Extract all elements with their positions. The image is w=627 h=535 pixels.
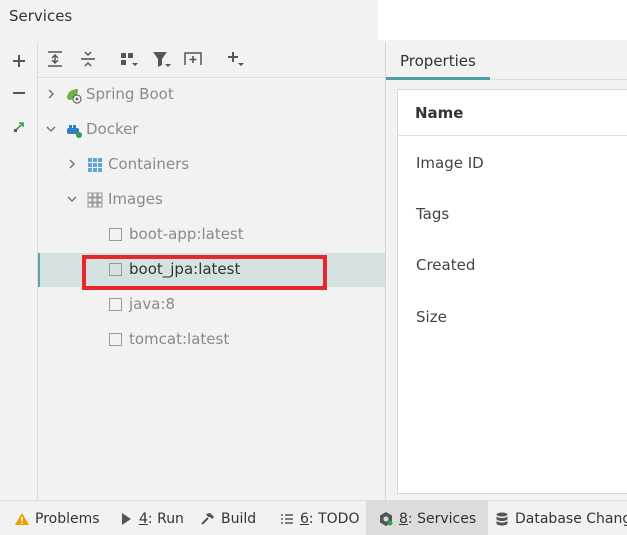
- containers-icon: [88, 158, 102, 172]
- services-button[interactable]: 8: Services: [366, 501, 489, 535]
- expand-all-icon[interactable]: [44, 48, 66, 70]
- tree-item-containers[interactable]: Containers: [38, 148, 386, 182]
- services-label: : Services: [407, 510, 477, 527]
- todo-shortcut: 6: [300, 510, 309, 527]
- properties-tab-bar: Properties: [386, 42, 627, 80]
- image-item-tomcat[interactable]: tomcat:latest: [38, 323, 386, 357]
- jump-to-source-icon[interactable]: [8, 116, 30, 138]
- chevron-down-icon[interactable]: [46, 124, 56, 134]
- tree-toolbar: [38, 42, 386, 78]
- chevron-right-icon[interactable]: [67, 159, 77, 169]
- hammer-icon: [200, 511, 216, 527]
- services-shortcut: 8: [399, 510, 408, 527]
- property-created: Created: [416, 256, 476, 274]
- properties-header: Name: [398, 90, 627, 136]
- tree-item-label: Images: [108, 190, 163, 208]
- warning-icon: [14, 511, 30, 527]
- database-changes-label: Database Changes: [515, 510, 627, 527]
- left-toolbar: [0, 42, 37, 500]
- run-button[interactable]: 4: Run: [118, 501, 184, 535]
- add-icon[interactable]: [8, 50, 30, 72]
- property-image-id: Image ID: [416, 154, 484, 172]
- properties-table: Name Image ID Tags Created Size: [397, 89, 627, 494]
- build-label: Build: [221, 510, 257, 527]
- title-bar: Services: [0, 0, 378, 40]
- window-title: Services: [9, 7, 73, 25]
- chevron-right-icon[interactable]: [46, 89, 56, 99]
- add-service-icon[interactable]: [224, 48, 246, 70]
- todo-list-icon: [279, 511, 295, 527]
- group-by-icon[interactable]: [118, 48, 140, 70]
- property-tags: Tags: [416, 205, 450, 223]
- build-button[interactable]: Build: [200, 501, 256, 535]
- image-icon: [109, 228, 122, 241]
- problems-button[interactable]: Problems: [14, 501, 100, 535]
- tree-item-label: Spring Boot: [86, 85, 174, 103]
- database-icon: [494, 511, 510, 527]
- todo-button[interactable]: 6: TODO: [279, 501, 359, 535]
- image-item-label: boot-app:latest: [129, 225, 244, 243]
- image-icon: [109, 333, 122, 346]
- images-icon: [87, 192, 103, 208]
- problems-label: Problems: [35, 510, 100, 527]
- run-label: : Run: [147, 510, 184, 527]
- tree-item-spring-boot[interactable]: Spring Boot: [38, 78, 386, 112]
- property-size: Size: [416, 308, 447, 326]
- tree-item-label: Containers: [108, 155, 190, 173]
- run-shortcut: 4: [139, 510, 148, 527]
- image-item-boot-app[interactable]: boot-app:latest: [38, 218, 386, 252]
- image-item-label: tomcat:latest: [129, 330, 230, 348]
- docker-icon: [67, 125, 82, 138]
- tree-item-images[interactable]: Images: [38, 183, 386, 217]
- column-header-name: Name: [415, 104, 464, 122]
- services-window: Services Spring Boot Docker Containers I…: [0, 0, 627, 535]
- new-tab-icon[interactable]: [182, 48, 204, 70]
- collapse-all-icon[interactable]: [77, 48, 99, 70]
- todo-label: : TODO: [308, 510, 360, 527]
- properties-panel: Properties Name Image ID Tags Created Si…: [386, 42, 627, 500]
- title-bar-blank: [378, 0, 627, 40]
- chevron-down-icon[interactable]: [67, 194, 77, 204]
- tab-properties[interactable]: Properties: [386, 42, 490, 80]
- selection-highlight-box: [82, 255, 327, 290]
- tree-item-docker[interactable]: Docker: [38, 113, 386, 147]
- image-icon: [109, 298, 122, 311]
- spring-boot-icon: [67, 89, 82, 104]
- image-item-label: java:8: [129, 295, 176, 313]
- tree-item-label: Docker: [86, 120, 139, 138]
- remove-icon[interactable]: [8, 82, 30, 104]
- database-changes-button[interactable]: Database Changes: [494, 501, 627, 535]
- image-item-java[interactable]: java:8: [38, 288, 386, 322]
- filter-icon[interactable]: [150, 48, 172, 70]
- tool-window-bar: Problems 4: Run Build 6: TODO 8: Service…: [0, 500, 627, 535]
- run-icon: [118, 511, 134, 527]
- services-icon: [378, 511, 394, 527]
